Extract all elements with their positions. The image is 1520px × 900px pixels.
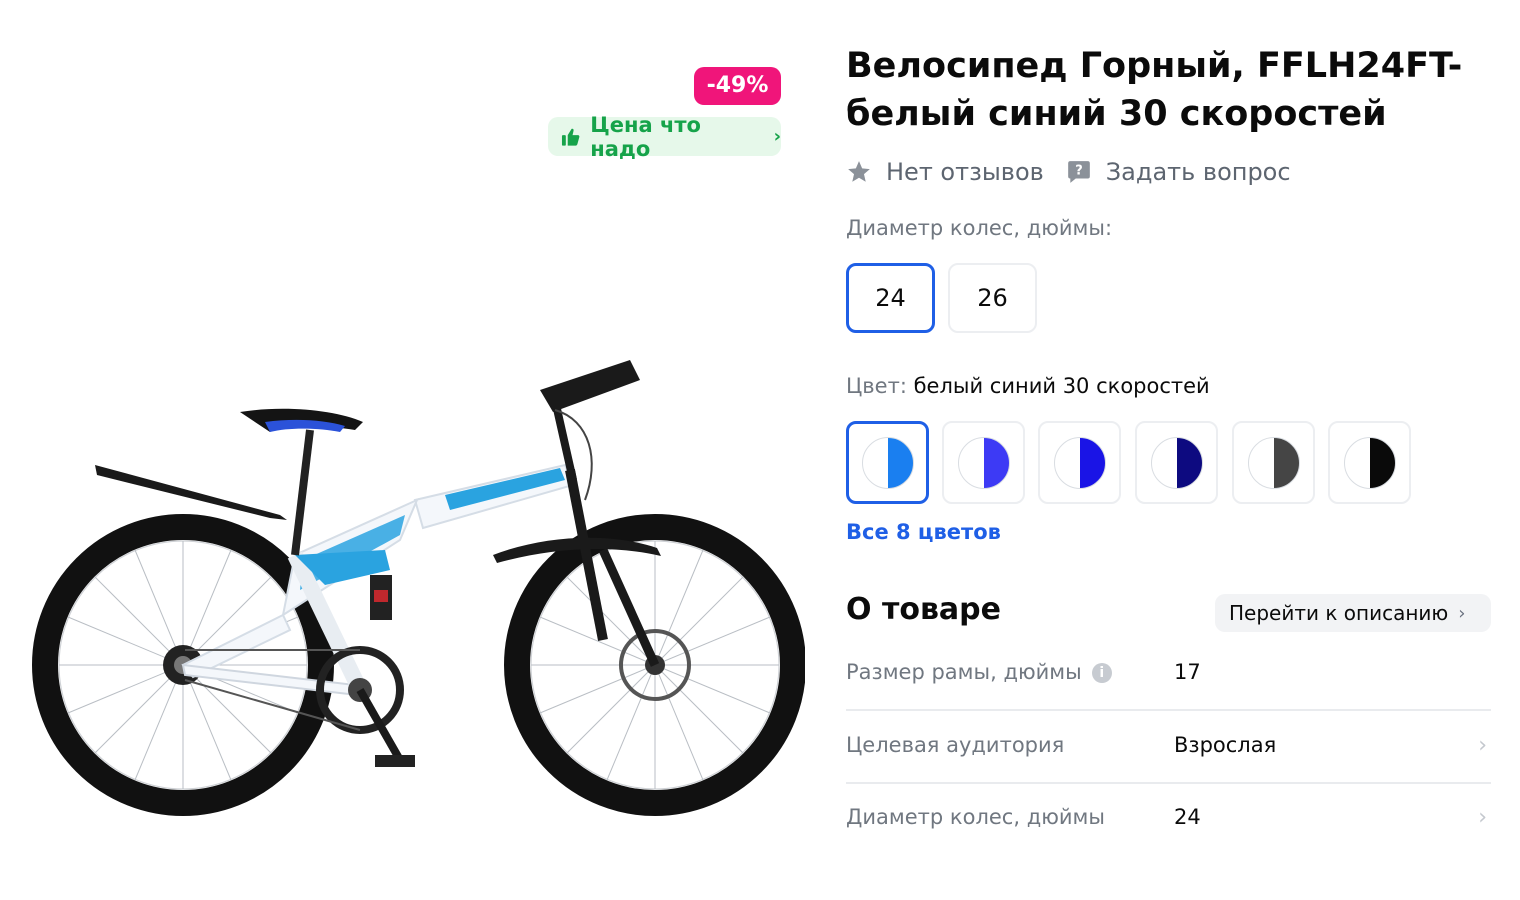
- spec-key: Размер рамы, дюймы i: [846, 660, 1112, 684]
- chevron-right-icon: ›: [1478, 733, 1487, 758]
- thumbs-up-icon: [561, 128, 580, 146]
- spec-row[interactable]: Целевая аудитория Взрослая ›: [846, 733, 1491, 805]
- spec-row: Размер рамы, дюймы i 17: [846, 660, 1491, 732]
- reviews-link[interactable]: Нет отзывов: [886, 158, 1044, 186]
- spec-row[interactable]: Диаметр колес, дюймы 24 ›: [846, 805, 1491, 877]
- about-section-title: О товаре: [846, 592, 1001, 627]
- info-icon[interactable]: i: [1091, 663, 1112, 683]
- color-dot: [1150, 436, 1203, 489]
- divider: [846, 782, 1491, 784]
- goto-description-label: Перейти к описанию: [1229, 601, 1449, 625]
- question-chat-icon: ?: [1067, 161, 1090, 183]
- chevron-right-icon: ›: [773, 126, 781, 147]
- discount-badge: -49%: [694, 67, 781, 105]
- color-dot: [1053, 436, 1106, 489]
- price-quality-badge[interactable]: Цена что надо ›: [548, 113, 781, 161]
- chevron-right-icon: ›: [1458, 602, 1466, 624]
- bike-fork: [540, 360, 660, 667]
- chevron-right-icon: ›: [1478, 805, 1487, 830]
- wheel-size-option-24[interactable]: 24: [846, 263, 935, 333]
- star-icon: [848, 161, 870, 182]
- color-swatch-4[interactable]: [1135, 421, 1218, 504]
- wheel-size-label: Диаметр колес, дюймы:: [846, 216, 1113, 240]
- divider: [846, 709, 1491, 711]
- product-meta: Нет отзывов ? Задать вопрос: [846, 158, 1291, 186]
- color-swatch-5[interactable]: [1232, 421, 1315, 504]
- spec-key-text: Размер рамы, дюймы: [846, 660, 1082, 684]
- product-image-area: -49% Цена что надо ›: [0, 0, 805, 900]
- color-label-value: белый синий 30 скоростей: [913, 374, 1210, 398]
- color-dot: [861, 436, 914, 489]
- spec-key: Целевая аудитория: [846, 733, 1065, 757]
- color-label-key: Цвет:: [846, 374, 907, 398]
- color-swatch-2[interactable]: [942, 421, 1025, 504]
- spec-value: 24: [1174, 805, 1201, 829]
- rear-fender: [95, 465, 287, 520]
- color-swatch-6[interactable]: [1328, 421, 1411, 504]
- wheel-size-option-26[interactable]: 26: [948, 263, 1037, 333]
- spec-value: 17: [1174, 660, 1201, 684]
- spec-key: Диаметр колес, дюймы: [846, 805, 1105, 829]
- product-title: Велосипед Горный, FFLH24FT-белый синий 3…: [846, 46, 1463, 134]
- price-quality-label: Цена что надо: [590, 112, 701, 161]
- spec-value: Взрослая: [1174, 733, 1277, 757]
- color-label: Цвет: белый синий 30 скоростей: [846, 374, 1210, 398]
- color-swatch-1[interactable]: [846, 421, 929, 504]
- svg-text:?: ?: [1075, 164, 1083, 179]
- color-dot: [1247, 436, 1300, 489]
- goto-description-button[interactable]: Перейти к описанию ›: [1215, 594, 1491, 632]
- all-colors-link[interactable]: Все 8 цветов: [846, 520, 1001, 544]
- bicycle-image: [32, 360, 805, 816]
- color-dot: [1343, 436, 1396, 489]
- color-swatch-3[interactable]: [1038, 421, 1121, 504]
- color-dot: [957, 436, 1010, 489]
- ask-question-link[interactable]: Задать вопрос: [1106, 158, 1291, 186]
